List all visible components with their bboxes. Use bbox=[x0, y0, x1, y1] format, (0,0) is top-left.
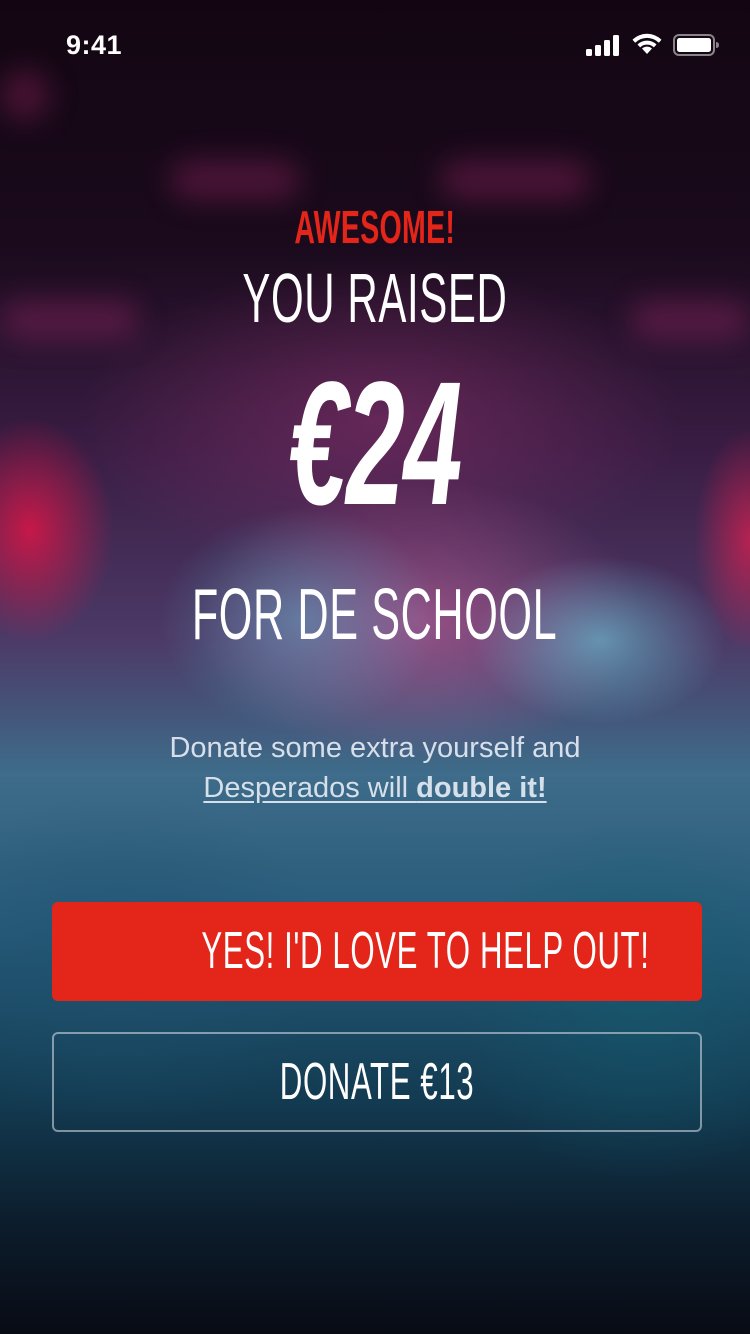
background-glow bbox=[170, 160, 300, 200]
subheadline-text: YOU RAISED bbox=[242, 259, 508, 337]
subheadline: YOU RAISED bbox=[0, 258, 750, 338]
link-bold-text: double it! bbox=[416, 772, 547, 804]
raised-amount-text: €24 bbox=[288, 346, 463, 542]
cause-name: FOR DE SCHOOL bbox=[0, 574, 750, 656]
wifi-icon bbox=[632, 33, 662, 54]
cause-name-text: FOR DE SCHOOL bbox=[192, 575, 558, 655]
headline: AWESOME! bbox=[0, 200, 750, 254]
prompt-line-2: Desperados will double it! bbox=[0, 768, 750, 808]
cellular-signal-icon bbox=[586, 34, 622, 56]
donation-prompt: Donate some extra yourself and Desperado… bbox=[0, 728, 750, 808]
double-it-link[interactable]: Desperados will double it! bbox=[203, 772, 546, 804]
donation-result-screen: 9:41 AWESOME! YOU RAISED €24 FOR DE SCHO… bbox=[0, 0, 750, 1334]
link-prefix: Desperados will bbox=[203, 772, 417, 804]
donate-button[interactable]: DONATE €13 bbox=[52, 1032, 702, 1132]
status-time: 9:41 bbox=[66, 30, 123, 60]
status-bar: 9:41 bbox=[0, 0, 750, 96]
donate-button-label: DONATE €13 bbox=[279, 1053, 475, 1111]
raised-amount: €24 bbox=[0, 356, 750, 532]
headline-text: AWESOME! bbox=[294, 201, 456, 253]
background-glow bbox=[440, 160, 590, 200]
prompt-line-1: Donate some extra yourself and bbox=[169, 732, 581, 764]
help-out-button-label: YES! I'D LOVE TO HELP OUT! bbox=[201, 922, 650, 980]
help-out-button[interactable]: YES! I'D LOVE TO HELP OUT! bbox=[52, 902, 702, 1001]
battery-icon bbox=[673, 34, 719, 56]
